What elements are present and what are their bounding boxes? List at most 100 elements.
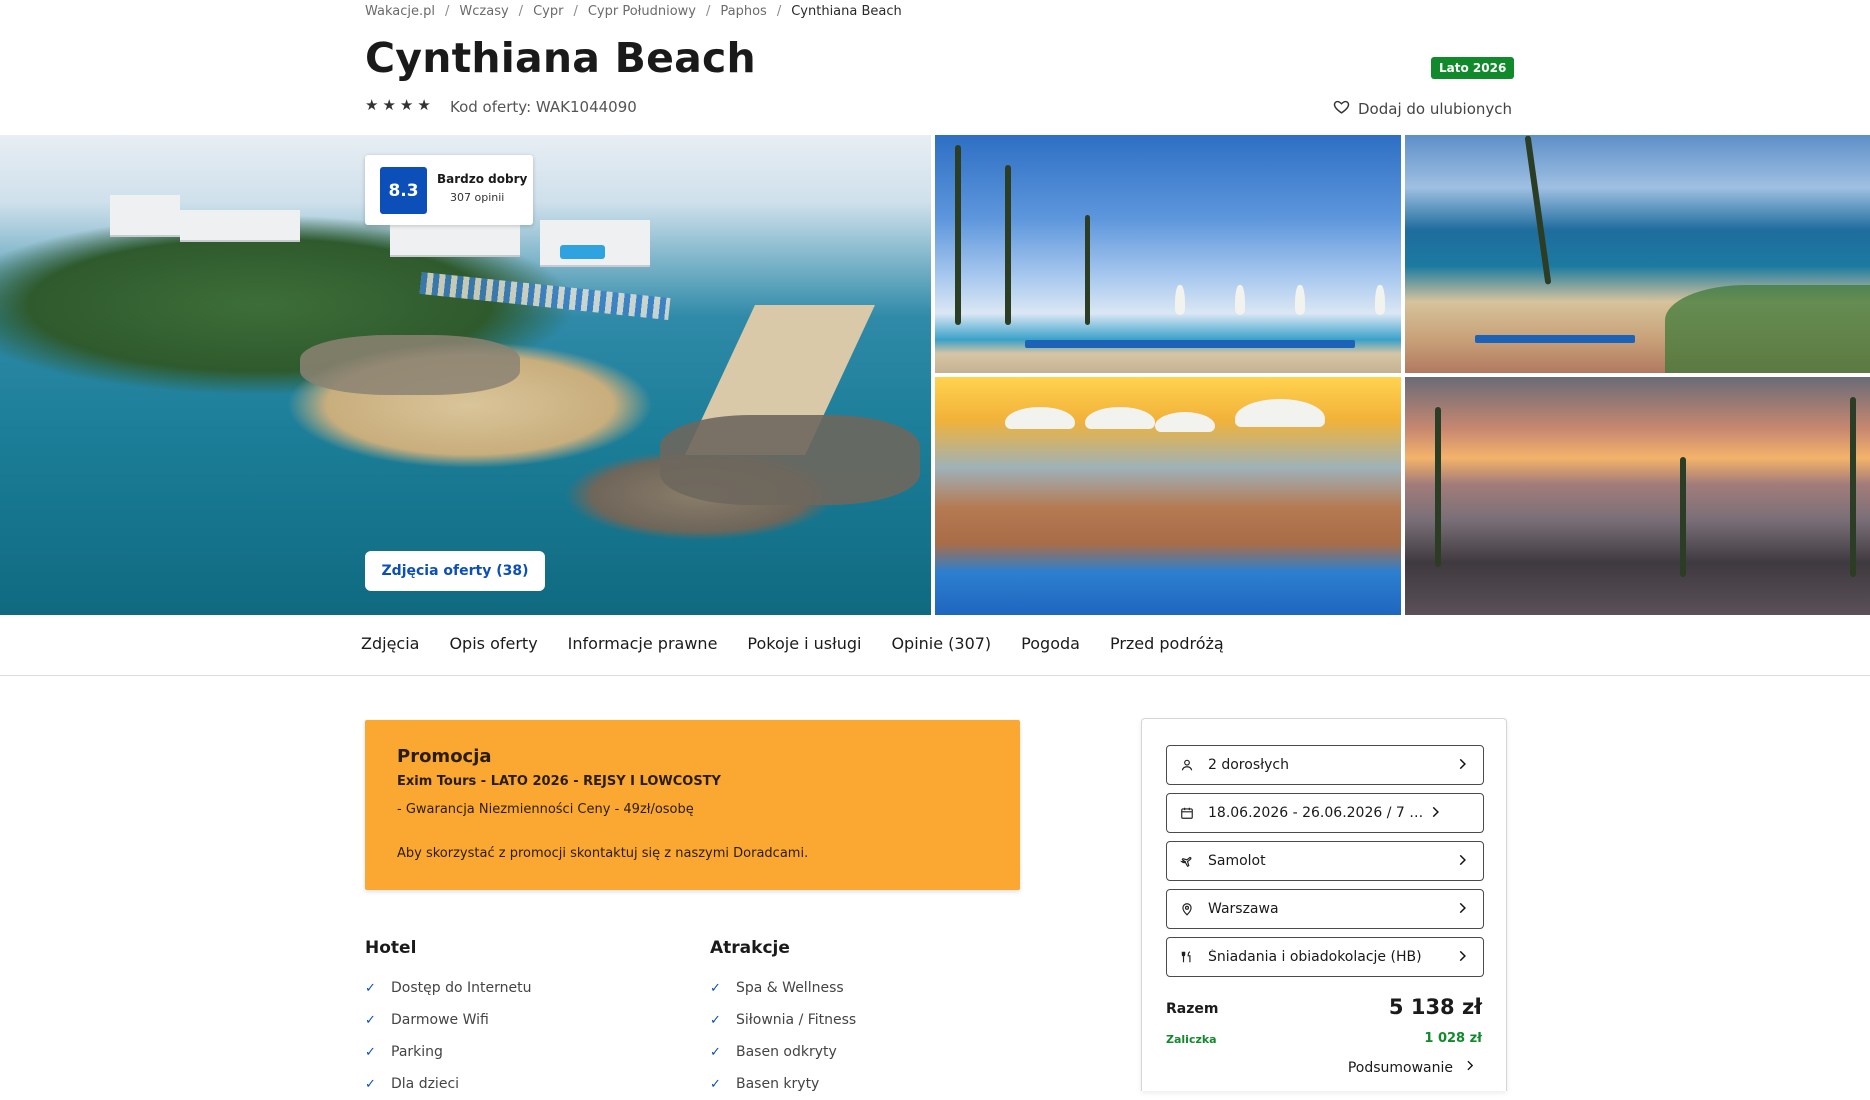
rating-label: Bardzo dobry — [437, 172, 528, 186]
check-icon: ✓ — [710, 980, 721, 996]
transport-selector[interactable]: Samolot — [1166, 841, 1484, 881]
palm-tree — [1680, 457, 1686, 577]
check-icon: ✓ — [710, 1012, 721, 1028]
umbrella — [1295, 285, 1305, 315]
heart-icon — [1333, 98, 1350, 119]
breadcrumb-separator: / — [518, 4, 524, 19]
cutlery-icon — [1180, 950, 1194, 964]
travelers-selector[interactable]: 2 dorosłych — [1166, 745, 1484, 785]
list-item: ✓ Dostęp do Internetu — [365, 972, 685, 1004]
list-item: ✓ Siłownia / Fitness — [710, 1004, 1030, 1036]
promo-line: - Gwarancja Niezmienności Ceny - 49zł/os… — [397, 802, 694, 817]
umbrella — [1235, 285, 1245, 315]
hotel-building — [180, 210, 300, 240]
chevron-right-icon — [1455, 948, 1471, 967]
deposit-price: 1 028 zł — [1424, 1031, 1482, 1046]
feature-label: Darmowe Wifi — [391, 1012, 489, 1028]
check-icon: ✓ — [365, 1044, 376, 1060]
palm-tree — [1005, 165, 1011, 325]
breadcrumb-item-cypr[interactable]: Cypr — [533, 4, 563, 19]
chevron-right-icon — [1455, 900, 1471, 919]
rocks — [300, 335, 520, 395]
breadcrumb-item-paphos[interactable]: Paphos — [720, 4, 766, 19]
check-icon: ✓ — [365, 980, 376, 996]
star-icon: ★ — [365, 96, 379, 114]
dates-selector[interactable]: 18.06.2026 - 26.06.2026 / 7 nocy — [1166, 793, 1484, 833]
gallery-photo-pool-terrace[interactable] — [935, 377, 1401, 615]
palm-tree — [1085, 215, 1090, 325]
departure-city-value: Warszawa — [1208, 901, 1279, 917]
board-selector[interactable]: Śniadania i obiadokolacje (HB) — [1166, 937, 1484, 977]
rating-score: 8.3 — [380, 167, 427, 214]
check-icon: ✓ — [710, 1044, 721, 1060]
breadcrumb-item-wakacje[interactable]: Wakacje.pl — [365, 4, 435, 19]
tab-rooms-services[interactable]: Pokoje i usługi — [747, 634, 861, 653]
tab-legal-info[interactable]: Informacje prawne — [568, 634, 718, 653]
feature-label: Basen odkryty — [736, 1044, 837, 1060]
chevron-right-icon — [1428, 804, 1444, 823]
chevron-right-icon — [1455, 756, 1471, 775]
chevron-right-icon — [1455, 852, 1471, 871]
beach-umbrellas — [419, 271, 671, 321]
hotel-stars: ★ ★ ★ ★ — [365, 96, 431, 114]
breadcrumb-item-cypr-poludniowy[interactable]: Cypr Południowy — [588, 4, 696, 19]
list-item: ✓ Basen odkryty — [710, 1036, 1030, 1068]
feature-label: Siłownia / Fitness — [736, 1012, 857, 1028]
loungers — [1475, 335, 1635, 343]
hotel-features-heading: Hotel — [365, 938, 417, 958]
tab-before-travel[interactable]: Przed podróżą — [1110, 634, 1224, 653]
loungers — [1025, 340, 1355, 348]
attraction-features: Atrakcje ✓ Spa & Wellness ✓ Siłownia / Fit… — [710, 938, 1030, 1100]
tab-weather[interactable]: Pogoda — [1021, 634, 1080, 653]
departure-city-selector[interactable]: Warszawa — [1166, 889, 1484, 929]
total-price: 5 138 zł — [1388, 995, 1482, 1019]
hotel-title: Cynthiana Beach — [365, 34, 756, 82]
check-icon: ✓ — [365, 1012, 376, 1028]
person-icon — [1180, 758, 1194, 772]
hotel-features: Hotel ✓ Dostęp do Internetu ✓ Darmowe Wifi… — [365, 938, 685, 1100]
rating-count: 307 opinii — [450, 191, 505, 204]
breadcrumb: Wakacje.pl / Wczasy / Cypr / Cypr Połudn… — [365, 4, 902, 19]
section-tabs: Zdjęcia Opis oferty Informacje prawne Po… — [0, 615, 1870, 676]
season-badge: Lato 2026 — [1431, 57, 1515, 79]
check-icon: ✓ — [710, 1076, 721, 1092]
summary-link[interactable]: Podsumowanie — [1348, 1059, 1476, 1076]
umbrella — [1085, 407, 1155, 429]
greenery — [1665, 285, 1870, 373]
travelers-value: 2 dorosłych — [1208, 757, 1289, 773]
list-item: ✓ Dla dzieci — [365, 1068, 685, 1100]
umbrella — [1375, 285, 1385, 315]
tab-photos[interactable]: Zdjęcia — [361, 634, 419, 653]
promo-subtitle: Exim Tours - LATO 2026 - REJSY I LOWCOST… — [397, 774, 721, 789]
tab-description[interactable]: Opis oferty — [449, 634, 537, 653]
palm-tree — [955, 145, 961, 325]
gallery-photo-pool-palms[interactable] — [935, 135, 1401, 373]
promo-box: Promocja Exim Tours - LATO 2026 - REJSY … — [365, 720, 1020, 890]
breadcrumb-separator: / — [573, 4, 578, 19]
dates-value: 18.06.2026 - 26.06.2026 / 7 nocy — [1208, 805, 1428, 821]
list-item: ✓ Darmowe Wifi — [365, 1004, 685, 1036]
feature-label: Parking — [391, 1044, 443, 1060]
attraction-features-heading: Atrakcje — [710, 938, 790, 958]
gallery-photo-beach-coast[interactable] — [1405, 135, 1870, 373]
photo-gallery: 8.3 Bardzo dobry 307 opinii Zdjęcia ofer… — [0, 135, 1870, 615]
chevron-right-icon — [1463, 1059, 1476, 1076]
star-icon: ★ — [382, 96, 396, 114]
star-icon: ★ — [417, 96, 431, 114]
promo-title: Promocja — [397, 746, 492, 767]
pool — [560, 245, 605, 259]
breadcrumb-separator: / — [776, 4, 782, 19]
rating-card[interactable]: 8.3 Bardzo dobry 307 opinii — [365, 155, 533, 225]
location-pin-icon — [1180, 902, 1194, 916]
list-item: ✓ Parking — [365, 1036, 685, 1068]
feature-label: Dostęp do Internetu — [391, 980, 532, 996]
booking-card: 2 dorosłych 18.06.2026 - 26.06.2026 / 7 … — [1141, 718, 1507, 1091]
breadcrumb-item-wczasy[interactable]: Wczasy — [459, 4, 508, 19]
breadcrumb-item-current: Cynthiana Beach — [791, 4, 902, 19]
tab-reviews[interactable]: Opinie (307) — [891, 634, 991, 653]
gallery-photo-sunset[interactable] — [1405, 377, 1870, 615]
star-icon: ★ — [399, 96, 414, 114]
board-value: Śniadania i obiadokolacje (HB) — [1208, 949, 1422, 965]
add-to-favorites-button[interactable]: Dodaj do ulubionych — [1333, 98, 1512, 119]
photos-button[interactable]: Zdjęcia oferty (38) — [365, 551, 545, 591]
